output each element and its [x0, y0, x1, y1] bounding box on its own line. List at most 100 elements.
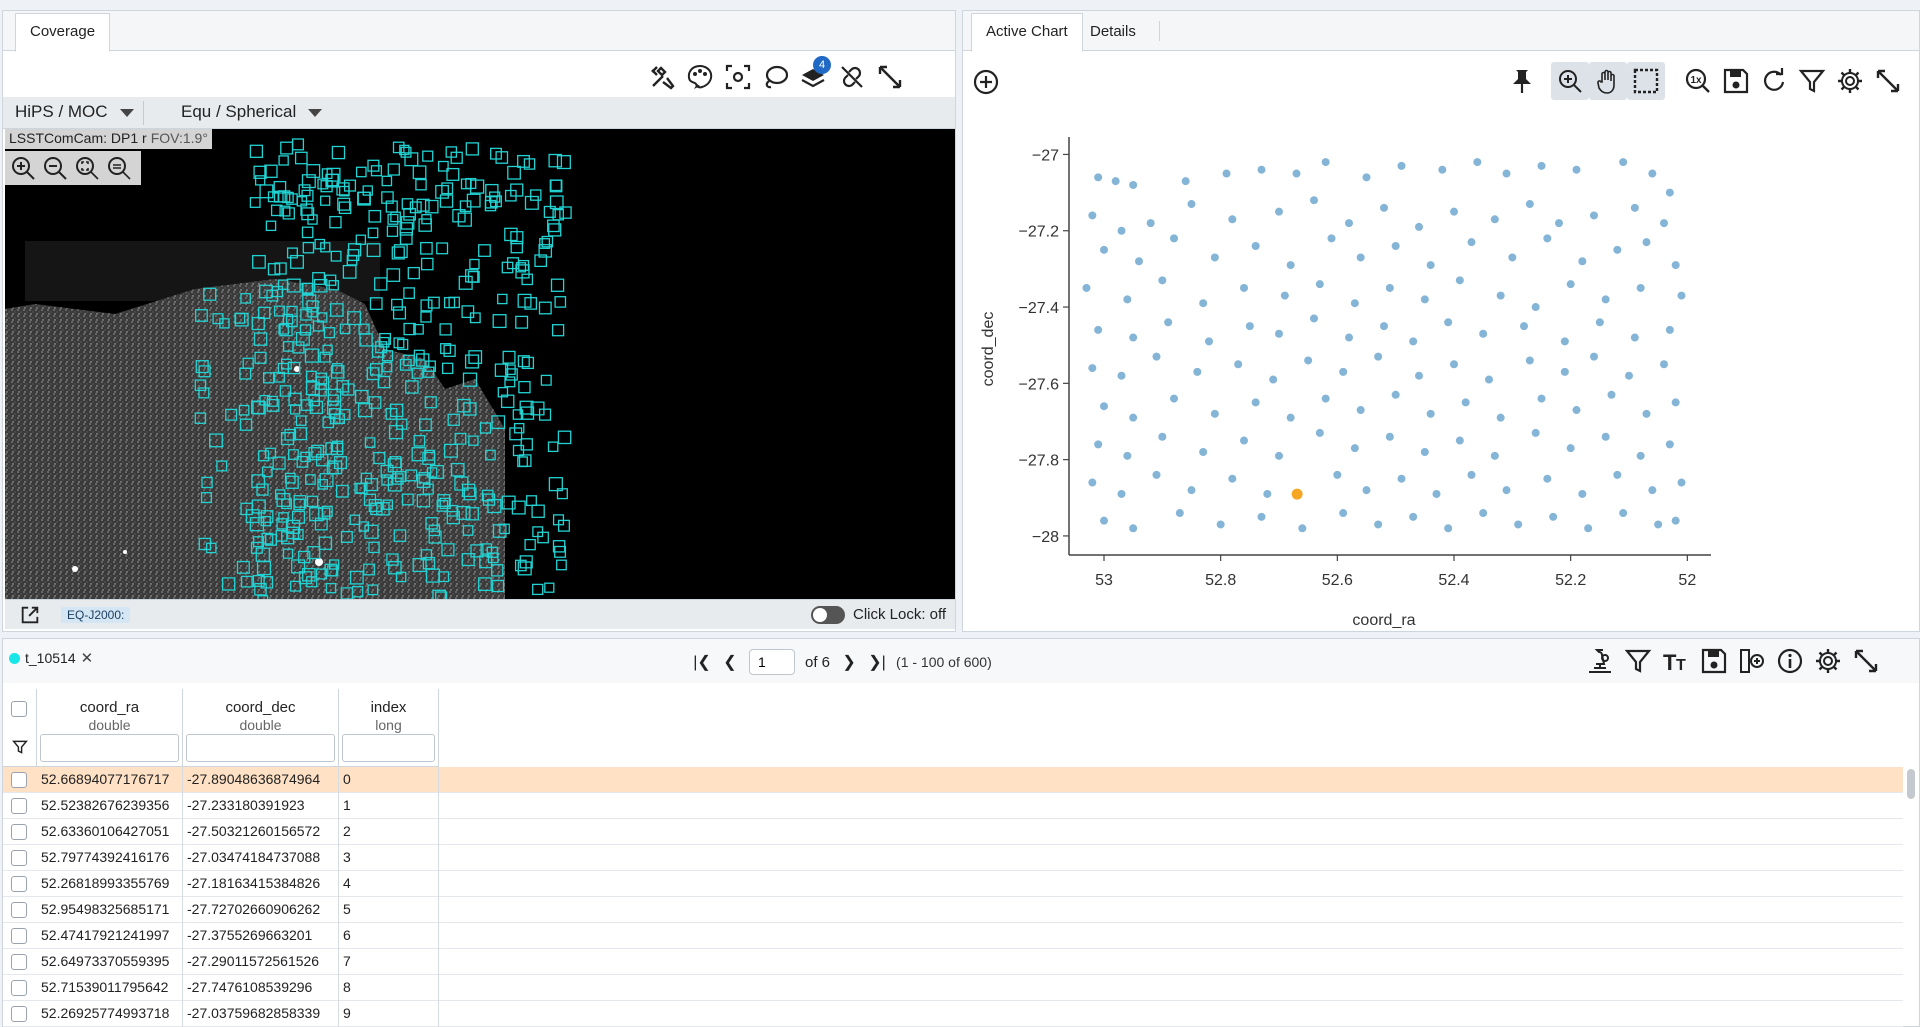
- reset-zoom-icon[interactable]: 1x: [1679, 62, 1717, 100]
- table-row[interactable]: 52.52382676239356 -27.233180391923 1: [3, 793, 1903, 819]
- last-page-icon[interactable]: ❯|: [868, 652, 886, 672]
- zoom-mode-icon[interactable]: [1551, 62, 1589, 100]
- row-checkbox[interactable]: [11, 902, 27, 918]
- save-icon[interactable]: [1695, 642, 1733, 680]
- data-point: [1088, 478, 1097, 487]
- next-page-icon[interactable]: ❯: [840, 652, 858, 672]
- palette-icon[interactable]: [681, 58, 719, 96]
- vertical-scrollbar[interactable]: [1907, 769, 1915, 799]
- table-tab[interactable]: t_10514 ✕: [9, 649, 93, 667]
- add-icon[interactable]: [967, 63, 1005, 101]
- expand-icon[interactable]: [1847, 642, 1885, 680]
- pan-icon[interactable]: [1589, 62, 1627, 100]
- filter-icon[interactable]: [12, 739, 28, 755]
- data-point: [1100, 245, 1108, 254]
- tab-active-chart[interactable]: Active Chart: [971, 13, 1083, 52]
- unlink-icon[interactable]: [833, 58, 871, 96]
- restore-icon[interactable]: [1755, 62, 1793, 100]
- row-checkbox[interactable]: [11, 980, 27, 996]
- tab-details[interactable]: Details: [1075, 13, 1151, 51]
- table-row[interactable]: 52.66894077176717 -27.89048636874964 0: [3, 767, 1903, 793]
- data-point: [1630, 333, 1639, 342]
- table-row[interactable]: 52.95498325685171 -27.72702660906262 5: [3, 897, 1903, 923]
- filter-icon[interactable]: [1793, 62, 1831, 100]
- column-header-index[interactable]: index long: [339, 689, 439, 767]
- data-point: [1094, 325, 1103, 334]
- zoom-out-icon[interactable]: [41, 154, 69, 182]
- analyze-icon[interactable]: [1581, 642, 1619, 680]
- table-cell-index: 1: [339, 793, 439, 819]
- expand-icon[interactable]: [871, 58, 909, 96]
- text-view-icon[interactable]: TT: [1657, 642, 1695, 680]
- table-row[interactable]: 52.71539011795642 -27.7476108539296 8: [3, 975, 1903, 1001]
- table-row[interactable]: 52.63360106427051 -27.50321260156572 2: [3, 819, 1903, 845]
- catalog-source-marker: [547, 441, 559, 453]
- table-row[interactable]: 52.64973370559395 -27.29011572561526 7: [3, 949, 1903, 975]
- external-link-icon[interactable]: [19, 604, 41, 626]
- select-all-checkbox[interactable]: [11, 701, 27, 717]
- first-page-icon[interactable]: |❮: [693, 652, 711, 672]
- filter-icon[interactable]: [1619, 642, 1657, 680]
- tools-icon[interactable]: [643, 58, 681, 96]
- close-icon[interactable]: ✕: [81, 649, 94, 667]
- table-cell-coord-dec: -27.72702660906262: [183, 897, 339, 923]
- row-checkbox[interactable]: [11, 824, 27, 840]
- projection-dropdown[interactable]: Equ / Spherical: [181, 102, 323, 122]
- catalog-source-marker: [407, 266, 420, 280]
- row-checkbox[interactable]: [11, 798, 27, 814]
- zoom-fill-icon[interactable]: [105, 154, 133, 182]
- click-lock-label: Click Lock: off: [853, 606, 947, 623]
- click-lock-toggle[interactable]: [811, 606, 845, 624]
- page-number-input[interactable]: [749, 649, 795, 675]
- data-point: [1619, 509, 1628, 518]
- prev-page-icon[interactable]: ❮: [721, 652, 739, 672]
- zoom-fit-icon[interactable]: [73, 154, 101, 182]
- row-checkbox[interactable]: [11, 876, 27, 892]
- recenter-icon[interactable]: [719, 58, 757, 96]
- column-filter-input[interactable]: [186, 734, 335, 762]
- coverage-toolbar: 4: [643, 55, 909, 99]
- data-point: [1660, 360, 1668, 369]
- data-point: [1275, 207, 1283, 216]
- row-checkbox[interactable]: [11, 850, 27, 866]
- table-row[interactable]: 52.26818993355769 -27.18163415384826 4: [3, 871, 1903, 897]
- data-point: [1240, 283, 1248, 292]
- data-point: [1642, 409, 1651, 418]
- sky-image-viewer[interactable]: [5, 129, 955, 599]
- data-point: [1560, 367, 1569, 376]
- row-checkbox[interactable]: [11, 772, 27, 788]
- data-point: [1496, 291, 1505, 300]
- zoom-controls: [5, 151, 141, 185]
- table-cell-index: 4: [339, 871, 439, 897]
- expand-icon[interactable]: [1869, 62, 1907, 100]
- table-row[interactable]: 52.26925774993718 -27.03759682858339 9: [3, 1001, 1903, 1027]
- catalog-source-marker: [386, 225, 399, 237]
- hips-moc-dropdown[interactable]: HiPS / MOC: [15, 102, 134, 122]
- row-checkbox[interactable]: [11, 928, 27, 944]
- row-checkbox[interactable]: [11, 1006, 27, 1022]
- zoom-in-icon[interactable]: [9, 154, 37, 182]
- lasso-icon[interactable]: [757, 58, 795, 96]
- coordinate-system-label[interactable]: EQ-J2000:: [61, 607, 131, 623]
- layers-icon[interactable]: 4: [795, 56, 833, 96]
- scatter-chart[interactable]: 53 52.8 52.6 52.4 52.2 52 −27 −27.2 −27.4 −27.6 −2…: [963, 121, 1919, 631]
- table-row[interactable]: 52.79774392416176 -27.03474184737088 3: [3, 845, 1903, 871]
- settings-icon[interactable]: [1809, 642, 1847, 680]
- catalog-source-marker: [517, 154, 530, 168]
- settings-icon[interactable]: [1831, 62, 1869, 100]
- column-header-coord-ra[interactable]: coord_ra double: [37, 689, 183, 767]
- data-point: [1531, 303, 1540, 312]
- save-icon[interactable]: [1717, 62, 1755, 100]
- column-filter-input[interactable]: [40, 734, 179, 762]
- select-icon[interactable]: [1627, 62, 1665, 100]
- data-point: [1473, 158, 1482, 167]
- info-icon[interactable]: [1771, 642, 1809, 680]
- row-checkbox[interactable]: [11, 954, 27, 970]
- pin-icon[interactable]: [1503, 62, 1541, 100]
- tab-coverage[interactable]: Coverage: [15, 13, 111, 52]
- table-cell-coord-dec: -27.50321260156572: [183, 819, 339, 845]
- column-header-coord-dec[interactable]: coord_dec double: [183, 689, 339, 767]
- column-filter-input[interactable]: [342, 734, 435, 762]
- add-column-icon[interactable]: [1733, 642, 1771, 680]
- table-row[interactable]: 52.47417921241997 -27.3755269663201 6: [3, 923, 1903, 949]
